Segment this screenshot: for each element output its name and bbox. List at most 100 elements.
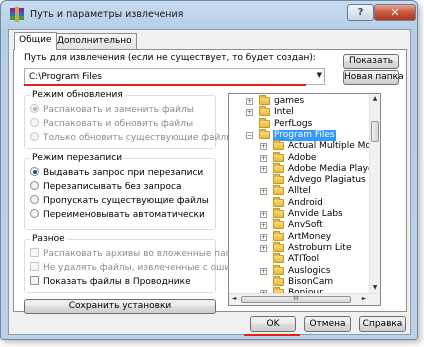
help-button[interactable]: Справка [359,316,406,332]
tree-item[interactable]: ATITool [229,253,371,265]
tree-item[interactable]: + Auslogics [229,264,371,277]
scroll-left-icon[interactable]: ◄ [229,294,239,304]
option-label: Не удалять файлы, извлеченные с ошибками [43,263,260,273]
expand-toggle-icon[interactable]: + [260,267,267,275]
show-button[interactable]: Показать [343,54,399,69]
title-bar[interactable]: Путь и параметры извлечения ? ✕ [1,1,417,28]
folder-icon [273,185,284,196]
update-mode-group: Режим обновления Распаковать и заменить … [24,90,233,149]
ok-button[interactable]: OK [250,316,296,332]
tree-item[interactable]: − Program Files [229,128,371,141]
path-value: C:\Program Files [29,72,102,82]
folder-icon [273,230,284,241]
scroll-up-icon[interactable]: ▲ [370,94,380,104]
misc-option-show-in-explorer[interactable]: Показать файлы в Проводнике [30,276,191,287]
tree-item-label: PerfLogs [274,118,313,129]
tab-general[interactable]: Общие [14,32,57,50]
tree-item-label: Alltel [288,186,311,197]
help-title-button[interactable]: ? [347,4,374,21]
close-button[interactable]: ✕ [374,4,416,21]
save-settings-button[interactable]: Сохранить установки [24,299,216,314]
checkbox-icon[interactable] [30,248,39,257]
tree-item[interactable]: + Adobe [229,151,371,164]
tree-item-label: Program Files [273,129,336,141]
folder-icon [273,140,284,151]
tree-item[interactable]: PerfLogs [229,117,371,130]
tree-item[interactable]: + Alltel [229,185,371,197]
radio-icon[interactable] [30,104,39,113]
tree-item-label: Adobe [288,152,317,163]
tree-item[interactable]: + Adobe Media Player [229,162,377,175]
tree-item-label: BisonCam [288,276,334,287]
update-option-replace[interactable]: Распаковать и заменить файлы [30,104,194,115]
horizontal-scroll-thumb[interactable]: III [241,295,351,303]
vertical-scroll-thumb[interactable] [371,121,379,142]
expand-toggle-icon[interactable]: + [260,188,267,196]
radio-icon[interactable] [30,167,39,176]
tree-item[interactable]: + AnvSoft [229,219,371,231]
expand-toggle-icon[interactable]: + [260,222,267,230]
tree-item-label: Intel [274,107,294,118]
expand-toggle-icon[interactable]: + [260,154,267,162]
overwrite-option-ask[interactable]: Выдавать запрос при перезаписи [30,167,203,178]
path-label: Путь для извлечения (если не существует,… [24,53,316,63]
overwrite-option-overwrite[interactable]: Перезаписывать без запроса [30,181,181,192]
checkbox-icon[interactable] [30,262,39,271]
misc-option-subfolders[interactable]: Распаковать архивы во вложенные папки [30,248,243,259]
tree-item-label: Android [288,197,323,208]
cancel-button[interactable]: Отмена [304,316,351,332]
tree-item[interactable]: + games [229,95,371,107]
expand-toggle-icon[interactable]: + [260,143,267,151]
tree-item[interactable]: + Astroburn Lite [229,241,371,254]
dropdown-arrow-icon[interactable]: ▼ [317,71,322,79]
tree-item-label: ATITool [288,254,320,265]
checkbox-icon[interactable] [30,276,39,285]
tree-item[interactable]: + Intel [229,106,371,118]
tree-item[interactable]: + Anvide Labs [229,208,371,220]
expand-toggle-icon[interactable]: + [260,244,267,252]
horizontal-scrollbar[interactable]: ◄ III ► [229,293,380,305]
new-folder-button[interactable]: Новая папка [343,70,404,85]
folder-icon [259,95,270,105]
misc-option-keep-broken[interactable]: Не удалять файлы, извлеченные с ошибками [30,262,259,273]
vertical-scrollbar[interactable]: ▲ ▼ [369,94,380,293]
folder-icon [273,174,284,185]
option-label: Выдавать запрос при перезаписи [43,168,204,178]
tree-item[interactable]: Advego Plagiatus [229,174,371,186]
folder-icon [259,128,270,139]
scroll-grip-icon: III [293,295,299,302]
radio-icon[interactable] [30,132,39,141]
expand-toggle-icon[interactable]: + [246,98,253,105]
extract-dialog: Путь и параметры извлечения ? ✕ Общие До… [0,0,418,340]
option-label: Только обновить существующие файлы [43,133,234,143]
tab-advanced[interactable]: Дополнительно [52,33,137,49]
expand-toggle-icon[interactable]: + [260,211,267,218]
expand-toggle-icon[interactable]: + [246,109,253,117]
radio-icon[interactable] [30,209,39,218]
scroll-right-icon[interactable]: ► [359,294,369,304]
radio-icon[interactable] [30,181,39,190]
tree-item[interactable]: BisonCam [229,275,371,288]
winrar-icon [10,7,24,22]
tree-item[interactable]: + Actual Multiple Monitors [229,140,380,152]
radio-icon[interactable] [30,118,39,127]
update-option-update[interactable]: Распаковать и обновить файлы [30,118,193,129]
overwrite-option-skip[interactable]: Пропускать существующие файлы [30,195,209,206]
folder-icon [273,241,284,252]
tree-item[interactable]: Android [229,196,371,209]
path-combobox[interactable]: C:\Program Files ▼ [24,68,325,85]
overwrite-option-rename[interactable]: Переименовывать автоматически [30,209,205,220]
scroll-down-icon[interactable]: ▼ [370,283,380,293]
tree-item-label: AnvSoft [288,220,323,231]
tree-item[interactable]: + ArtMoney [229,230,371,243]
option-label: Распаковать архивы во вложенные папки [43,249,243,259]
expand-toggle-icon[interactable]: + [260,233,267,241]
folder-tree[interactable]: + games + Intel PerfLogs − Program Files + Actua… [228,93,381,306]
folder-icon [273,196,284,207]
highlight-underline-ok [244,334,300,336]
option-label: Распаковать и заменить файлы [43,105,194,115]
expand-toggle-icon[interactable]: + [260,165,267,173]
radio-icon[interactable] [30,195,39,204]
update-option-only-existing[interactable]: Только обновить существующие файлы [30,132,233,143]
expand-toggle-icon[interactable]: − [246,131,253,139]
